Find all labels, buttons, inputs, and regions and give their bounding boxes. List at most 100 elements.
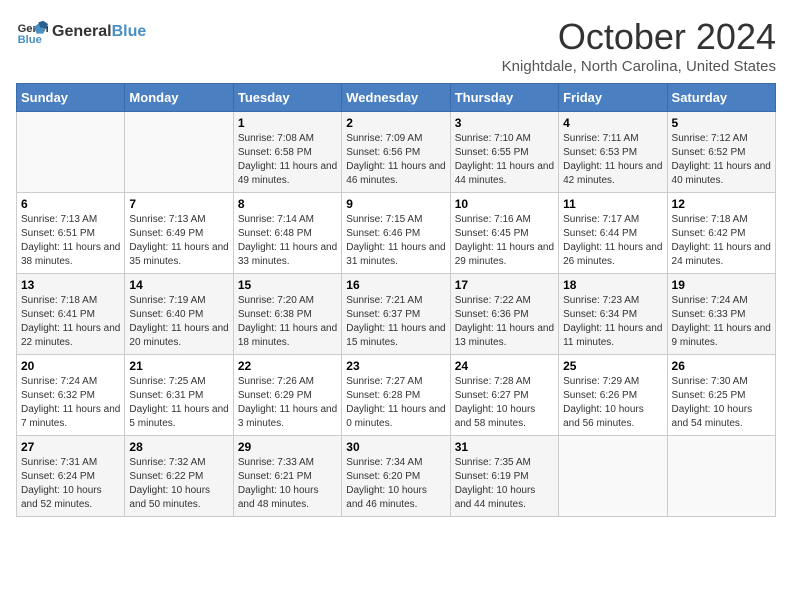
day-info: Sunrise: 7:23 AMSunset: 6:34 PMDaylight:… xyxy=(563,294,662,350)
day-number: 7 xyxy=(129,197,228,211)
day-cell: 9 Sunrise: 7:15 AMSunset: 6:46 PMDaylight… xyxy=(342,193,450,274)
day-number: 17 xyxy=(455,278,554,292)
day-cell: 4 Sunrise: 7:11 AMSunset: 6:53 PMDaylight… xyxy=(559,112,667,193)
day-number: 5 xyxy=(672,116,771,130)
month-title: October 2024 xyxy=(502,16,776,58)
day-cell: 13 Sunrise: 7:18 AMSunset: 6:41 PMDayligh… xyxy=(17,274,125,355)
day-info: Sunrise: 7:27 AMSunset: 6:28 PMDaylight:… xyxy=(346,375,445,431)
title-area: October 2024 Knightdale, North Carolina,… xyxy=(502,16,776,75)
day-number: 28 xyxy=(129,440,228,454)
day-info: Sunrise: 7:19 AMSunset: 6:40 PMDaylight:… xyxy=(129,294,228,350)
week-row-5: 27Sunrise: 7:31 AMSunset: 6:24 PMDayligh… xyxy=(17,436,776,517)
day-cell: 19Sunrise: 7:24 AMSunset: 6:33 PMDayligh… xyxy=(667,274,775,355)
day-cell: 24 Sunrise: 7:28 AMSunset: 6:27 PMDayligh… xyxy=(450,355,558,436)
day-info: Sunrise: 7:20 AMSunset: 6:38 PMDaylight:… xyxy=(238,294,337,350)
day-info: Sunrise: 7:14 AMSunset: 6:48 PMDaylight:… xyxy=(238,213,337,269)
day-info: Sunrise: 7:30 AMSunset: 6:25 PMDaylight:… xyxy=(672,375,771,431)
day-number: 4 xyxy=(563,116,662,130)
day-info: Sunrise: 7:33 AMSunset: 6:21 PMDaylight:… xyxy=(238,456,337,512)
day-info: Sunrise: 7:24 AMSunset: 6:33 PMDaylight:… xyxy=(672,294,771,350)
day-number: 2 xyxy=(346,116,445,130)
day-cell xyxy=(125,112,233,193)
day-cell xyxy=(559,436,667,517)
day-number: 11 xyxy=(563,197,662,211)
day-cell: 11Sunrise: 7:17 AMSunset: 6:44 PMDayligh… xyxy=(559,193,667,274)
day-number: 18 xyxy=(563,278,662,292)
day-cell: 14 Sunrise: 7:19 AMSunset: 6:40 PMDayligh… xyxy=(125,274,233,355)
day-cell: 22 Sunrise: 7:26 AMSunset: 6:29 PMDayligh… xyxy=(233,355,341,436)
day-info: Sunrise: 7:12 AMSunset: 6:52 PMDaylight:… xyxy=(672,132,771,188)
day-cell: 12Sunrise: 7:18 AMSunset: 6:42 PMDayligh… xyxy=(667,193,775,274)
day-number: 14 xyxy=(129,278,228,292)
day-cell: 8 Sunrise: 7:14 AMSunset: 6:48 PMDaylight… xyxy=(233,193,341,274)
logo: General Blue GeneralBlue xyxy=(16,16,146,48)
day-cell: 2 Sunrise: 7:09 AMSunset: 6:56 PMDaylight… xyxy=(342,112,450,193)
day-number: 26 xyxy=(672,359,771,373)
day-number: 25 xyxy=(563,359,662,373)
week-row-1: 1 Sunrise: 7:08 AMSunset: 6:58 PMDaylight… xyxy=(17,112,776,193)
day-number: 23 xyxy=(346,359,445,373)
calendar-header: SundayMondayTuesdayWednesdayThursdayFrid… xyxy=(17,84,776,112)
day-info: Sunrise: 7:34 AMSunset: 6:20 PMDaylight:… xyxy=(346,456,445,512)
day-info: Sunrise: 7:09 AMSunset: 6:56 PMDaylight:… xyxy=(346,132,445,188)
day-number: 29 xyxy=(238,440,337,454)
day-number: 15 xyxy=(238,278,337,292)
day-header-wednesday: Wednesday xyxy=(342,84,450,112)
day-number: 9 xyxy=(346,197,445,211)
day-number: 22 xyxy=(238,359,337,373)
day-info: Sunrise: 7:25 AMSunset: 6:31 PMDaylight:… xyxy=(129,375,228,431)
day-cell: 28 Sunrise: 7:32 AMSunset: 6:22 PMDayligh… xyxy=(125,436,233,517)
day-info: Sunrise: 7:35 AMSunset: 6:19 PMDaylight:… xyxy=(455,456,554,512)
day-number: 13 xyxy=(21,278,120,292)
day-info: Sunrise: 7:18 AMSunset: 6:41 PMDaylight:… xyxy=(21,294,120,350)
day-info: Sunrise: 7:32 AMSunset: 6:22 PMDaylight:… xyxy=(129,456,228,512)
day-info: Sunrise: 7:22 AMSunset: 6:36 PMDaylight:… xyxy=(455,294,554,350)
day-info: Sunrise: 7:16 AMSunset: 6:45 PMDaylight:… xyxy=(455,213,554,269)
day-cell: 7 Sunrise: 7:13 AMSunset: 6:49 PMDaylight… xyxy=(125,193,233,274)
svg-text:Blue: Blue xyxy=(18,34,42,46)
day-info: Sunrise: 7:13 AMSunset: 6:49 PMDaylight:… xyxy=(129,213,228,269)
day-number: 8 xyxy=(238,197,337,211)
day-info: Sunrise: 7:28 AMSunset: 6:27 PMDaylight:… xyxy=(455,375,554,431)
day-info: Sunrise: 7:31 AMSunset: 6:24 PMDaylight:… xyxy=(21,456,120,512)
day-cell xyxy=(667,436,775,517)
day-info: Sunrise: 7:15 AMSunset: 6:46 PMDaylight:… xyxy=(346,213,445,269)
day-info: Sunrise: 7:08 AMSunset: 6:58 PMDaylight:… xyxy=(238,132,337,188)
logo-icon: General Blue xyxy=(16,16,48,48)
day-number: 1 xyxy=(238,116,337,130)
day-cell: 26 Sunrise: 7:30 AMSunset: 6:25 PMDayligh… xyxy=(667,355,775,436)
day-number: 24 xyxy=(455,359,554,373)
day-number: 31 xyxy=(455,440,554,454)
day-cell: 10 Sunrise: 7:16 AMSunset: 6:45 PMDayligh… xyxy=(450,193,558,274)
day-cell: 31 Sunrise: 7:35 AMSunset: 6:19 PMDayligh… xyxy=(450,436,558,517)
day-header-thursday: Thursday xyxy=(450,84,558,112)
day-number: 16 xyxy=(346,278,445,292)
day-cell: 29 Sunrise: 7:33 AMSunset: 6:21 PMDayligh… xyxy=(233,436,341,517)
day-cell: 15 Sunrise: 7:20 AMSunset: 6:38 PMDayligh… xyxy=(233,274,341,355)
week-row-4: 20 Sunrise: 7:24 AMSunset: 6:32 PMDayligh… xyxy=(17,355,776,436)
week-row-2: 6 Sunrise: 7:13 AMSunset: 6:51 PMDaylight… xyxy=(17,193,776,274)
day-info: Sunrise: 7:26 AMSunset: 6:29 PMDaylight:… xyxy=(238,375,337,431)
day-cell: 23 Sunrise: 7:27 AMSunset: 6:28 PMDayligh… xyxy=(342,355,450,436)
day-cell: 6 Sunrise: 7:13 AMSunset: 6:51 PMDaylight… xyxy=(17,193,125,274)
day-info: Sunrise: 7:11 AMSunset: 6:53 PMDaylight:… xyxy=(563,132,662,188)
page-header: General Blue GeneralBlue October 2024 Kn… xyxy=(16,16,776,75)
day-number: 30 xyxy=(346,440,445,454)
day-info: Sunrise: 7:10 AMSunset: 6:55 PMDaylight:… xyxy=(455,132,554,188)
day-number: 3 xyxy=(455,116,554,130)
day-info: Sunrise: 7:24 AMSunset: 6:32 PMDaylight:… xyxy=(21,375,120,431)
day-header-sunday: Sunday xyxy=(17,84,125,112)
day-number: 6 xyxy=(21,197,120,211)
day-info: Sunrise: 7:13 AMSunset: 6:51 PMDaylight:… xyxy=(21,213,120,269)
day-number: 10 xyxy=(455,197,554,211)
day-info: Sunrise: 7:18 AMSunset: 6:42 PMDaylight:… xyxy=(672,213,771,269)
calendar-body: 1 Sunrise: 7:08 AMSunset: 6:58 PMDaylight… xyxy=(17,112,776,517)
day-number: 21 xyxy=(129,359,228,373)
day-number: 20 xyxy=(21,359,120,373)
day-header-tuesday: Tuesday xyxy=(233,84,341,112)
day-cell: 1 Sunrise: 7:08 AMSunset: 6:58 PMDaylight… xyxy=(233,112,341,193)
day-cell: 3 Sunrise: 7:10 AMSunset: 6:55 PMDaylight… xyxy=(450,112,558,193)
logo-text: GeneralBlue xyxy=(52,22,146,41)
week-row-3: 13 Sunrise: 7:18 AMSunset: 6:41 PMDayligh… xyxy=(17,274,776,355)
day-cell xyxy=(17,112,125,193)
